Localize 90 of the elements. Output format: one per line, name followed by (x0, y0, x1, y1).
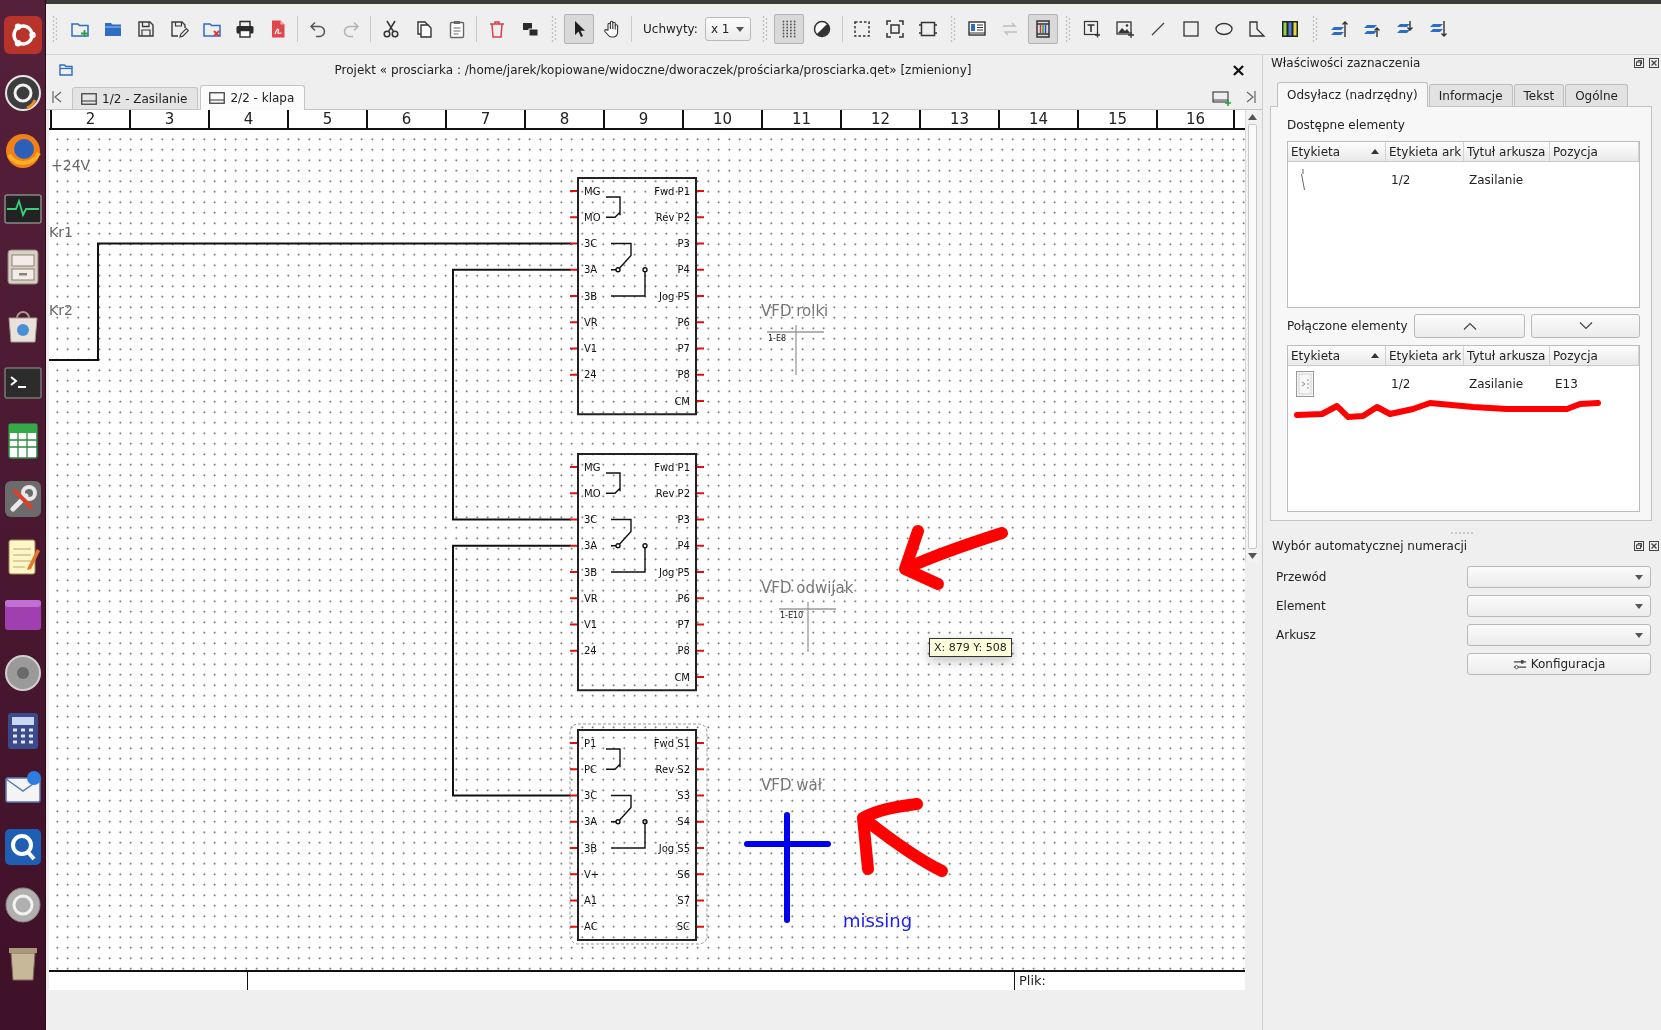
panel-title: Wybór automatycznej numeracji (1272, 539, 1469, 553)
pin-label: 24 (584, 369, 597, 381)
cross-reference-code: 1-E8 (768, 334, 787, 343)
column-number: 2 (85, 110, 96, 128)
title-block-label: Plik: (1019, 973, 1046, 988)
column-number: 14 (1028, 110, 1049, 128)
pin-label: CM (674, 395, 690, 407)
column-number: 4 (243, 110, 254, 128)
table-cell: 1/2 (1391, 377, 1411, 391)
pin-label: S6 (677, 868, 690, 880)
handles-label: Uchwyty: (643, 22, 698, 36)
pin-label: P8 (677, 369, 690, 381)
pin-label: Rev P2 (655, 211, 690, 223)
pin-label: 3B (584, 842, 598, 854)
pin-label: SC (676, 921, 690, 933)
panel-title: Właściwości zaznaczenia (1271, 56, 1422, 70)
pin-label: MG (584, 461, 601, 473)
pin-label: MO (584, 487, 601, 499)
pin-label: 3A (584, 540, 598, 552)
pin-label: VR (584, 592, 598, 604)
column-number: 8 (559, 110, 570, 128)
table-cell: E13 (1555, 377, 1578, 391)
pin-label: P4 (677, 540, 690, 552)
pin-label: 3B (584, 566, 598, 578)
pin-label: CM (674, 671, 690, 683)
pin-label: P7 (677, 343, 690, 354)
section-label: Połączone elementy (1287, 319, 1409, 333)
pin-label: Jog P5 (659, 290, 690, 302)
pin-label: 3C (584, 790, 598, 801)
pin-label: P6 (677, 592, 690, 604)
pin-label: P7 (677, 619, 690, 630)
reference-label: VFD rolki (761, 302, 829, 320)
pin-label: A1 (584, 895, 598, 906)
pin-label: P3 (677, 238, 690, 249)
pin-label: S7 (677, 895, 690, 906)
table-cell: Zasilanie (1469, 173, 1524, 187)
pin-label: P4 (677, 264, 690, 276)
pin-label: 3A (584, 816, 598, 828)
pin-label: Fwd S1 (653, 737, 690, 749)
pin-label: P1 (584, 737, 597, 749)
pin-label: S3 (677, 790, 690, 801)
net-label: Kr1 (49, 224, 73, 240)
pin-label: Rev S2 (655, 763, 690, 775)
pin-label: MG (584, 185, 601, 197)
pin-label: V+ (584, 868, 600, 880)
field-label: Przewód (1276, 570, 1327, 584)
column-number: 10 (712, 110, 733, 128)
reference-label: VFD odwijak (761, 579, 854, 597)
pin-label: Jog S5 (658, 842, 690, 854)
pin-label: Rev P2 (655, 487, 690, 499)
pin-label: P8 (677, 645, 690, 657)
pin-label: VR (584, 316, 598, 328)
pin-label: 3C (584, 514, 598, 525)
document-title: Projekt « prosciarka : /home/jarek/kopiowane/widoczne/dworaczek/prościarka/prosciarka.qet» [zmieniony] (333, 63, 973, 77)
net-label: Kr2 (49, 302, 73, 318)
table-cell: Zasilanie (1469, 377, 1524, 391)
column-number: 12 (870, 110, 891, 128)
pin-label: 3A (584, 264, 598, 276)
pin-label: Jog P5 (659, 566, 690, 578)
column-number: 7 (480, 110, 491, 128)
pin-label: MO (584, 211, 601, 223)
cross-reference-code: 1-E10 (780, 611, 804, 620)
field-label: Element (1276, 599, 1326, 613)
column-number: 9 (638, 110, 649, 128)
pin-label: 3C (584, 238, 598, 249)
column-number: 6 (401, 110, 412, 128)
column-number: 13 (949, 110, 970, 128)
pin-label: Fwd P1 (654, 461, 690, 473)
pin-label: PC (584, 763, 597, 775)
pin-label: P3 (677, 514, 690, 525)
coordinates-tooltip: X: 879 Y: 508 (929, 638, 1012, 657)
reference-label: VFD wał (761, 776, 822, 794)
pin-label: 3B (584, 290, 598, 302)
field-label: Arkusz (1276, 628, 1316, 642)
pin-label: S4 (677, 816, 690, 828)
pin-label: V1 (584, 619, 598, 630)
column-number: 15 (1107, 110, 1128, 128)
column-number: 3 (164, 110, 175, 128)
column-number: 16 (1185, 110, 1206, 128)
table-cell: 1/2 (1391, 173, 1411, 187)
net-label: +24V (51, 157, 91, 173)
pin-label: V1 (584, 343, 598, 354)
section-label: Dostępne elementy (1287, 118, 1405, 133)
pin-label: 24 (584, 645, 597, 657)
column-number: 5 (322, 110, 333, 128)
pin-label: P6 (677, 316, 690, 328)
annotation-note: missing (843, 910, 913, 931)
pin-label: AC (584, 921, 598, 933)
column-number: 11 (791, 110, 812, 128)
pin-label: Fwd P1 (654, 185, 690, 197)
